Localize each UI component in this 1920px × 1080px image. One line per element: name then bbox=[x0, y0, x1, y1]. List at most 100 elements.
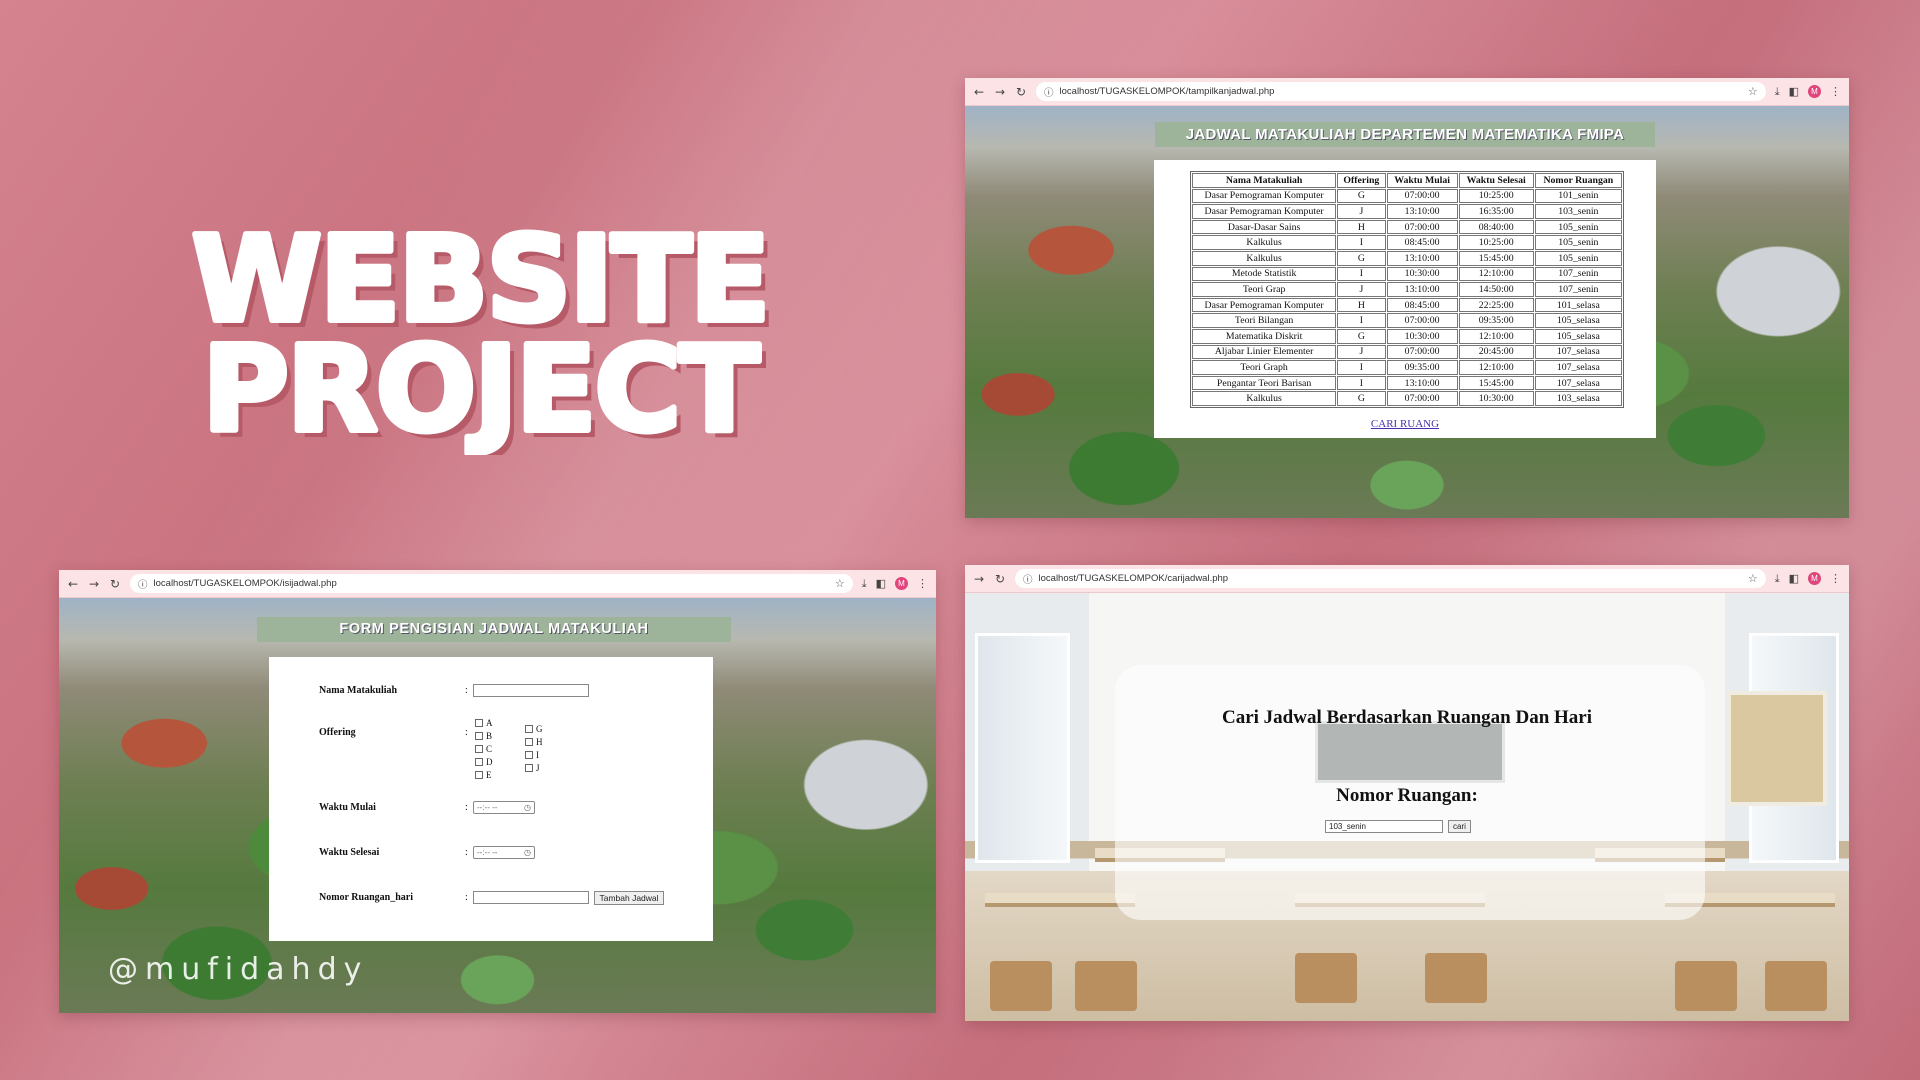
profile-avatar[interactable]: M bbox=[895, 577, 908, 590]
table-cell: 10:25:00 bbox=[1458, 188, 1534, 204]
checkbox-box[interactable] bbox=[525, 738, 533, 746]
forward-icon[interactable]: → bbox=[994, 85, 1006, 99]
table-row: Kalkulus G 07:00:00 10:30:00 103_selasa bbox=[1192, 391, 1622, 406]
offering-checkbox-d[interactable]: D bbox=[475, 757, 493, 767]
table-header-cell: Waktu Mulai bbox=[1386, 173, 1458, 188]
sidebar-icon[interactable]: ◧ bbox=[1789, 85, 1799, 98]
table-cell: I bbox=[1337, 375, 1386, 391]
table-cell: Dasar-Dasar Sains bbox=[1192, 219, 1337, 235]
info-icon[interactable]: ⓘ bbox=[1023, 572, 1033, 586]
download-icon[interactable]: ⤓ bbox=[1775, 572, 1780, 586]
table-cell: 10:30:00 bbox=[1386, 266, 1458, 282]
checkbox-box[interactable] bbox=[525, 764, 533, 772]
table-cell: I bbox=[1337, 266, 1386, 282]
table-row: Dasar Pemograman Komputer J 13:10:00 16:35:… bbox=[1192, 204, 1622, 219]
offering-checkbox-b[interactable]: B bbox=[475, 731, 492, 741]
table-cell: I bbox=[1337, 360, 1386, 375]
info-icon[interactable]: ⓘ bbox=[1044, 85, 1054, 99]
table-cell: 107_senin bbox=[1534, 282, 1622, 297]
tambah-jadwal-button[interactable]: Tambah Jadwal bbox=[594, 891, 664, 905]
table-cell: Teori Graph bbox=[1192, 360, 1337, 375]
checkbox-label: J bbox=[536, 763, 540, 773]
offering-checkbox-i[interactable]: I bbox=[525, 750, 539, 760]
table-cell: Matematika Diskrit bbox=[1192, 328, 1337, 344]
checkbox-label: G bbox=[536, 724, 543, 734]
address-bar[interactable]: ⓘ localhost/TUGASKELOMPOK/isijadwal.php … bbox=[130, 574, 853, 593]
waktu-mulai-input[interactable]: --:-- -- ◷ bbox=[473, 801, 535, 814]
profile-avatar[interactable]: M bbox=[1808, 85, 1821, 98]
nomor-ruangan-input[interactable] bbox=[473, 891, 589, 904]
table-cell: 07:00:00 bbox=[1386, 188, 1458, 204]
menu-icon[interactable]: ⋮ bbox=[917, 577, 928, 590]
checkbox-box[interactable] bbox=[525, 751, 533, 759]
nama-matakuliah-input[interactable] bbox=[473, 684, 589, 697]
offering-checkbox-c[interactable]: C bbox=[475, 744, 492, 754]
checkbox-box[interactable] bbox=[475, 732, 483, 740]
reload-icon[interactable]: ↻ bbox=[109, 577, 121, 591]
clock-icon[interactable]: ◷ bbox=[524, 847, 531, 858]
menu-icon[interactable]: ⋮ bbox=[1830, 572, 1841, 585]
info-icon[interactable]: ⓘ bbox=[138, 577, 148, 591]
menu-icon[interactable]: ⋮ bbox=[1830, 85, 1841, 98]
ruangan-search-input[interactable]: 103_senin bbox=[1325, 820, 1443, 833]
classroom-window-left bbox=[975, 633, 1070, 863]
table-cell: 107_selasa bbox=[1534, 344, 1622, 360]
offering-checkbox-g[interactable]: G bbox=[525, 724, 543, 734]
profile-avatar[interactable]: M bbox=[1808, 572, 1821, 585]
table-cell: I bbox=[1337, 313, 1386, 328]
table-cell: 101_senin bbox=[1534, 188, 1622, 204]
table-cell: 13:10:00 bbox=[1386, 375, 1458, 391]
hero-line2: PROJECT bbox=[202, 320, 759, 455]
address-bar[interactable]: ⓘ localhost/TUGASKELOMPOK/tampilkanjadwa… bbox=[1036, 82, 1766, 101]
checkbox-box[interactable] bbox=[475, 719, 483, 727]
colon: : bbox=[465, 802, 468, 813]
reload-icon[interactable]: ↻ bbox=[994, 572, 1006, 586]
offering-checkbox-a[interactable]: A bbox=[475, 718, 493, 728]
sidebar-icon[interactable]: ◧ bbox=[876, 577, 886, 590]
offering-checkbox-j[interactable]: J bbox=[525, 763, 540, 773]
address-bar[interactable]: ⓘ localhost/TUGASKELOMPOK/carijadwal.php… bbox=[1015, 569, 1766, 588]
table-row: Kalkulus G 13:10:00 15:45:00 105_senin bbox=[1192, 250, 1622, 266]
clock-icon[interactable]: ◷ bbox=[524, 802, 531, 813]
table-cell: 20:45:00 bbox=[1458, 344, 1534, 360]
cari-button[interactable]: cari bbox=[1448, 820, 1471, 833]
table-cell: 15:45:00 bbox=[1458, 250, 1534, 266]
colon: : bbox=[465, 727, 468, 738]
address-url: localhost/TUGASKELOMPOK/carijadwal.php bbox=[1038, 573, 1229, 584]
table-cell: H bbox=[1337, 219, 1386, 235]
star-icon[interactable]: ☆ bbox=[1748, 85, 1758, 98]
chair bbox=[990, 961, 1052, 1011]
table-cell: 12:10:00 bbox=[1458, 266, 1534, 282]
cari-ruang-link[interactable]: CARI RUANG bbox=[1154, 418, 1656, 430]
time-placeholder: --:-- -- bbox=[477, 803, 498, 812]
table-cell: 105_senin bbox=[1534, 235, 1622, 250]
download-icon[interactable]: ⤓ bbox=[1775, 85, 1780, 99]
form-browser-window: ← → ↻ ⓘ localhost/TUGASKELOMPOK/isijadwa… bbox=[59, 570, 936, 1013]
table-cell: 08:45:00 bbox=[1386, 297, 1458, 313]
back-icon[interactable]: ← bbox=[973, 85, 985, 99]
checkbox-label: I bbox=[536, 750, 539, 760]
checkbox-box[interactable] bbox=[525, 725, 533, 733]
checkbox-label: E bbox=[486, 770, 492, 780]
checkbox-box[interactable] bbox=[475, 758, 483, 766]
checkbox-box[interactable] bbox=[475, 745, 483, 753]
schedule-panel: Nama Matakuliah Offering Waktu Mulai Waktu … bbox=[1154, 160, 1656, 438]
download-icon[interactable]: ⤓ bbox=[862, 577, 867, 591]
waktu-selesai-input[interactable]: --:-- -- ◷ bbox=[473, 846, 535, 859]
table-cell: 07:00:00 bbox=[1386, 313, 1458, 328]
reload-icon[interactable]: ↻ bbox=[1015, 85, 1027, 99]
table-cell: 08:40:00 bbox=[1458, 219, 1534, 235]
table-cell: G bbox=[1337, 250, 1386, 266]
sidebar-icon[interactable]: ◧ bbox=[1789, 572, 1799, 585]
offering-checkbox-h[interactable]: H bbox=[525, 737, 543, 747]
checkbox-box[interactable] bbox=[475, 771, 483, 779]
table-cell: 105_selasa bbox=[1534, 313, 1622, 328]
star-icon[interactable]: ☆ bbox=[1748, 572, 1758, 585]
back-icon[interactable]: ← bbox=[67, 577, 79, 591]
forward-icon[interactable]: → bbox=[88, 577, 100, 591]
table-header-cell: Nama Matakuliah bbox=[1192, 173, 1337, 188]
forward-icon[interactable]: → bbox=[973, 572, 985, 586]
offering-checkbox-e[interactable]: E bbox=[475, 770, 492, 780]
table-cell: 107_selasa bbox=[1534, 375, 1622, 391]
star-icon[interactable]: ☆ bbox=[835, 577, 845, 590]
